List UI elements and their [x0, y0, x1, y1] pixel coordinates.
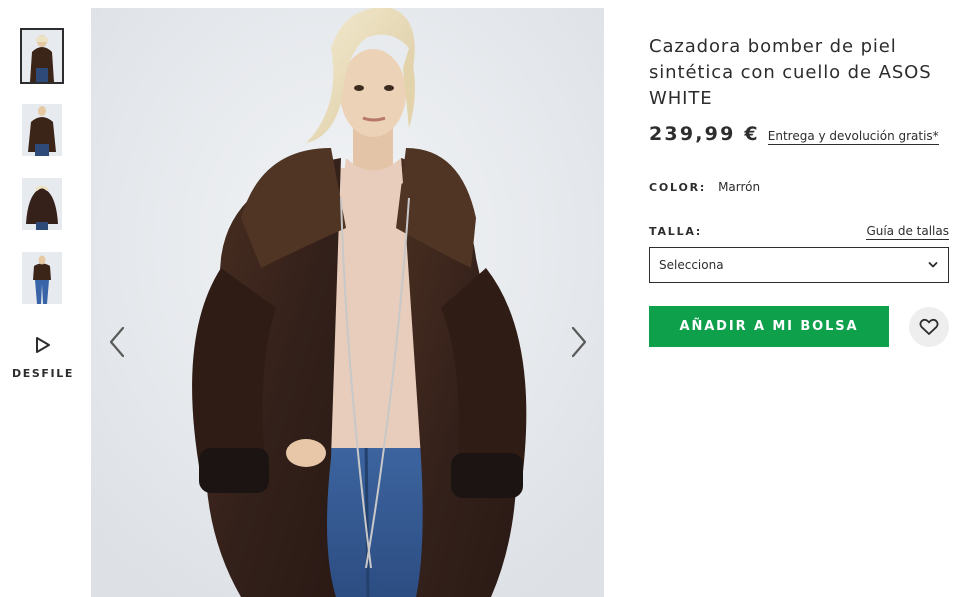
previous-image-button[interactable]	[103, 320, 133, 364]
product-info-panel: Cazadora bomber de piel sintética con cu…	[649, 34, 949, 347]
thumbnail-4[interactable]	[22, 252, 62, 304]
actions-row: AÑADIR A MI BOLSA	[649, 306, 949, 347]
product-title: Cazadora bomber de piel sintética con cu…	[649, 36, 932, 109]
play-icon	[36, 337, 50, 353]
thumbnail-image	[22, 252, 62, 304]
delivery-returns-link[interactable]: Entrega y devolución gratis*	[767, 129, 939, 145]
price-row: 239,99 € Entrega y devolución gratis*	[649, 123, 949, 145]
size-guide-link[interactable]: Guía de tallas	[866, 224, 949, 240]
save-for-later-button[interactable]	[909, 306, 949, 347]
thumbnail-2[interactable]	[22, 104, 62, 156]
chevron-left-icon	[109, 326, 125, 358]
thumbnail-image	[22, 104, 62, 156]
chevron-down-icon	[928, 262, 938, 268]
runway-label: DESFILE	[12, 367, 74, 380]
color-value: Marrón	[718, 180, 761, 194]
size-select[interactable]: Selecciona	[649, 247, 949, 283]
add-to-bag-button[interactable]: AÑADIR A MI BOLSA	[649, 306, 889, 347]
thumbnail-image	[22, 178, 62, 230]
size-label: TALLA:	[649, 225, 703, 238]
next-image-button[interactable]	[563, 320, 593, 364]
thumbnail-3[interactable]	[22, 178, 62, 230]
chevron-right-icon	[571, 326, 587, 358]
size-row: TALLA: Guía de tallas	[649, 224, 949, 240]
thumbnail-1[interactable]	[20, 28, 64, 84]
heart-icon	[919, 318, 939, 335]
product-price: 239,99 €	[649, 123, 760, 145]
size-select-value: Selecciona	[659, 258, 724, 272]
color-label: COLOR:	[649, 181, 707, 194]
thumbnail-image	[22, 30, 62, 82]
product-main-image	[91, 8, 604, 597]
runway-video-button[interactable]: DESFILE	[10, 336, 76, 380]
product-photo	[91, 8, 604, 597]
color-row: COLOR: Marrón	[649, 180, 949, 194]
